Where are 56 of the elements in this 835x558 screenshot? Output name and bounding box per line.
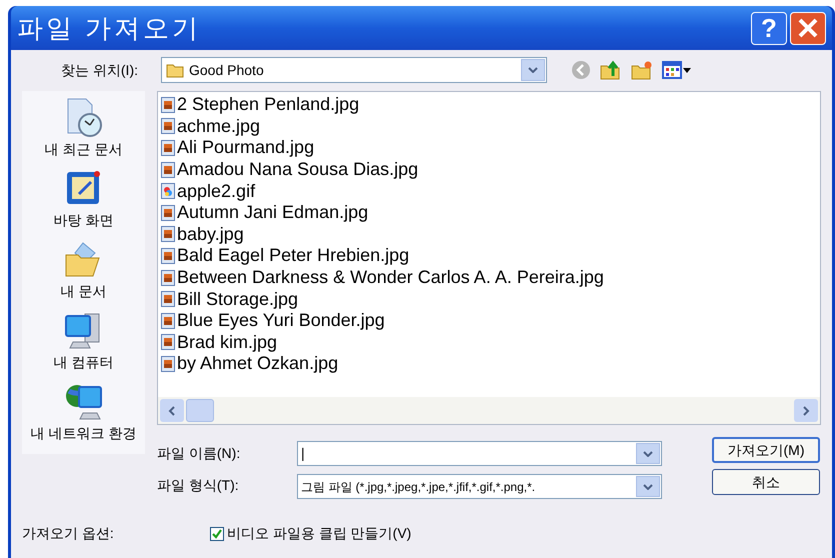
folder-up-icon[interactable] bbox=[600, 59, 622, 81]
checkmark-icon bbox=[212, 528, 222, 538]
file-item[interactable]: Brad kim.jpg bbox=[161, 332, 820, 354]
scroll-left-icon[interactable] bbox=[160, 399, 184, 422]
file-name-label: 파일 이름(N): bbox=[157, 444, 242, 463]
file-item[interactable]: Bald Eagel Peter Hrebien.jpg bbox=[161, 245, 820, 267]
file-item[interactable]: Bill Storage.jpg bbox=[161, 288, 820, 310]
image-file-icon bbox=[161, 270, 175, 286]
file-type-label: 파일 형식(T): bbox=[157, 476, 240, 495]
places-item[interactable]: 내 컴퓨터 bbox=[54, 310, 114, 372]
file-item[interactable]: achme.jpg bbox=[161, 116, 820, 138]
places-item[interactable]: 내 문서 bbox=[60, 239, 106, 301]
image-file-icon bbox=[161, 140, 175, 156]
location-value: Good Photo bbox=[189, 60, 265, 80]
import-button[interactable]: 가져오기(M) bbox=[712, 437, 820, 463]
file-name-field[interactable]: | bbox=[297, 441, 662, 466]
new-folder-icon[interactable] bbox=[631, 60, 653, 80]
image-file-icon bbox=[161, 226, 175, 242]
close-icon bbox=[797, 17, 819, 39]
places-item[interactable]: 내 네트워크 환경 bbox=[30, 381, 136, 443]
import-options-label: 가져오기 옵션: bbox=[22, 524, 115, 543]
image-file-icon bbox=[161, 118, 175, 134]
close-button[interactable] bbox=[790, 12, 826, 44]
file-item[interactable]: Autumn Jani Edman.jpg bbox=[161, 202, 820, 224]
image-file-icon bbox=[161, 162, 175, 178]
image-file-icon bbox=[161, 312, 175, 329]
back-icon[interactable] bbox=[571, 60, 591, 80]
places-item[interactable]: 바탕 화면 bbox=[54, 168, 114, 230]
file-item[interactable]: Amadou Nana Sousa Dias.jpg bbox=[161, 158, 820, 180]
file-item[interactable]: Between Darkness & Wonder Carlos A. A. Pereira.jpg bbox=[161, 266, 820, 288]
file-item[interactable]: baby.jpg bbox=[161, 224, 820, 246]
scroll-right-icon[interactable] bbox=[794, 399, 818, 422]
file-type-dropdown[interactable]: 그림 파일 (*.jpg,*.jpeg,*.jpe,*.jfif,*.gif,*.png,*. bbox=[297, 474, 662, 499]
file-item[interactable]: apple2.gif bbox=[161, 180, 820, 202]
location-dropdown[interactable]: Good Photo bbox=[161, 57, 547, 83]
horizontal-scrollbar[interactable] bbox=[158, 397, 820, 424]
file-item[interactable]: by Ahmet Ozkan.jpg bbox=[161, 353, 820, 375]
view-menu-icon[interactable] bbox=[662, 61, 692, 79]
clip-checkbox[interactable]: 비디오 파일용 클립 만들기(V) bbox=[210, 523, 412, 544]
places-item[interactable]: 내 최근 문서 bbox=[44, 97, 122, 159]
image-file-icon bbox=[161, 248, 175, 264]
file-item[interactable]: 2 Stephen Penland.jpg bbox=[161, 94, 820, 116]
image-file-icon bbox=[161, 334, 175, 350]
image-file-icon bbox=[161, 356, 175, 372]
scroll-thumb[interactable] bbox=[186, 399, 214, 422]
image-file-icon bbox=[161, 183, 175, 200]
image-file-icon bbox=[161, 96, 175, 113]
image-file-icon bbox=[161, 291, 175, 308]
location-label: 찾는 위치(I): bbox=[61, 60, 139, 80]
folder-icon bbox=[166, 62, 184, 78]
help-button[interactable]: ? bbox=[751, 12, 787, 44]
file-item[interactable]: Ali Pourmand.jpg bbox=[161, 137, 820, 159]
cancel-button[interactable]: 취소 bbox=[712, 469, 820, 495]
window-title: 파일 가져오기 bbox=[17, 12, 202, 44]
image-file-icon bbox=[161, 204, 175, 221]
file-item[interactable]: Blue Eyes Yuri Bonder.jpg bbox=[161, 310, 820, 332]
